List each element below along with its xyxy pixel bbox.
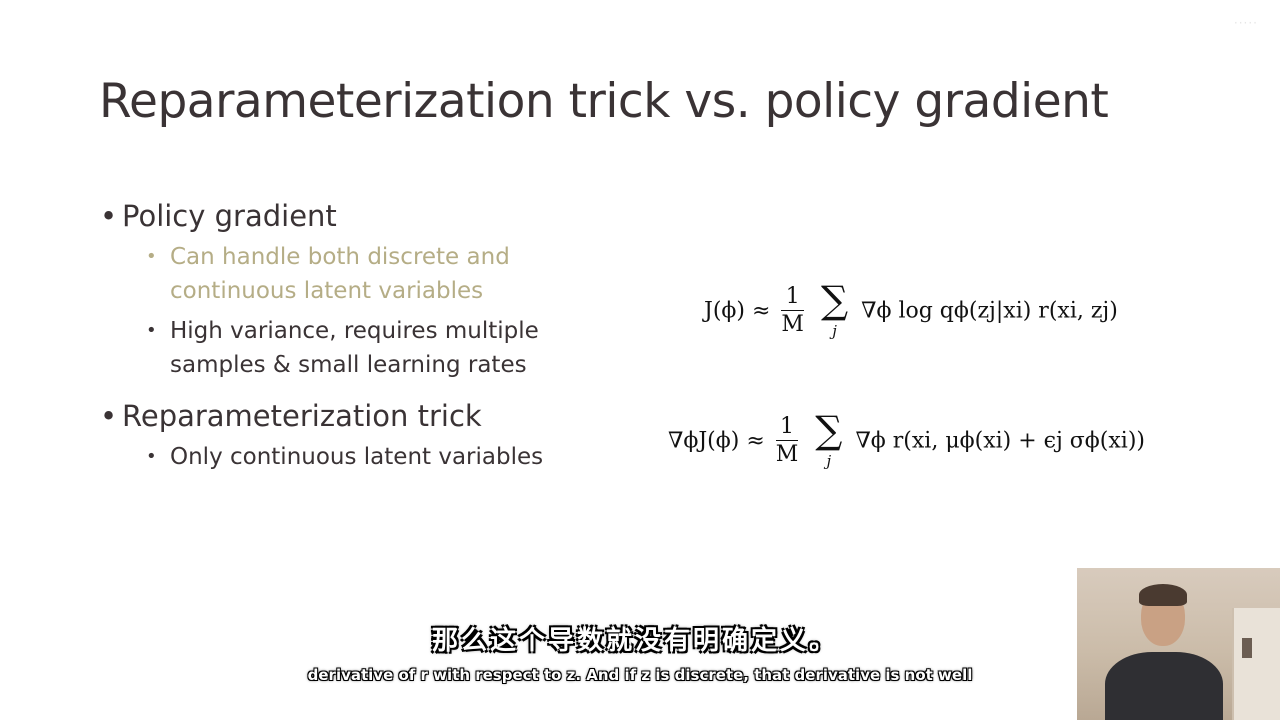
- equation-fraction: 1 M: [781, 284, 804, 339]
- bullet-dot: •: [146, 320, 157, 341]
- summation: ∑ j: [820, 278, 849, 340]
- slide-title: Reparameterization trick vs. policy grad…: [99, 74, 1109, 129]
- sub-bullet-text: High variance, requires multiple samples…: [170, 318, 539, 378]
- equation-fraction: 1 M: [775, 414, 799, 469]
- fraction-numerator: 1: [775, 414, 799, 441]
- bullet-dot: •: [146, 246, 157, 267]
- fraction-numerator: 1: [781, 284, 804, 311]
- bullet-label: Policy gradient: [122, 199, 337, 233]
- bullet-dot: •: [100, 199, 118, 233]
- sum-symbol: ∑: [815, 408, 843, 452]
- bullet-dot: •: [146, 446, 157, 467]
- bullet-reparameterization-trick: • Reparameterization trick: [100, 396, 620, 436]
- lecture-slide: ····· Reparameterization trick vs. polic…: [0, 0, 1280, 720]
- sum-symbol: ∑: [820, 278, 849, 322]
- watermark: ·····: [1233, 16, 1258, 30]
- bullet-list: • Policy gradient • Can handle both disc…: [100, 196, 620, 480]
- policy-gradient-equation: J(ϕ) ≈ 1 M ∑ j ∇ϕ log qϕ(zj|xi) r(xi, zj…: [704, 278, 1118, 340]
- bullet-dot: •: [100, 399, 118, 433]
- sub-bullet-text: Only continuous latent variables: [170, 444, 544, 470]
- subtitle-english: derivative of r with respect to z. And i…: [307, 666, 973, 684]
- presenter-hair: [1139, 584, 1187, 606]
- summation: ∑ j: [815, 408, 843, 470]
- fraction-denominator: M: [781, 311, 804, 337]
- bullet-label: Reparameterization trick: [122, 399, 482, 433]
- subtitle-chinese: 那么这个导数就没有明确定义。: [431, 626, 838, 656]
- equation-lhs: J(ϕ) ≈: [704, 298, 771, 324]
- sum-index: j: [826, 452, 832, 470]
- sub-bullet-high-variance: • High variance, requires multiple sampl…: [100, 314, 620, 382]
- equation-lhs: ∇ϕJ(ϕ) ≈: [668, 428, 765, 454]
- sub-bullet-text: Can handle both discrete and continuous …: [170, 244, 510, 304]
- equation-rhs: ∇ϕ log qϕ(zj|xi) r(xi, zj): [861, 298, 1118, 324]
- reparameterization-equation: ∇ϕJ(ϕ) ≈ 1 M ∑ j ∇ϕ r(xi, μϕ(xi) + ϵj σϕ…: [668, 408, 1145, 470]
- equation-rhs: ∇ϕ r(xi, μϕ(xi) + ϵj σϕ(xi)): [855, 428, 1145, 454]
- sum-index: j: [832, 322, 837, 340]
- bullet-policy-gradient: • Policy gradient: [100, 196, 620, 236]
- sub-bullet-discrete-continuous: • Can handle both discrete and continuou…: [100, 240, 620, 308]
- sub-bullet-only-continuous: • Only continuous latent variables: [100, 440, 620, 474]
- fraction-denominator: M: [775, 441, 799, 467]
- presenter-body: [1105, 652, 1223, 720]
